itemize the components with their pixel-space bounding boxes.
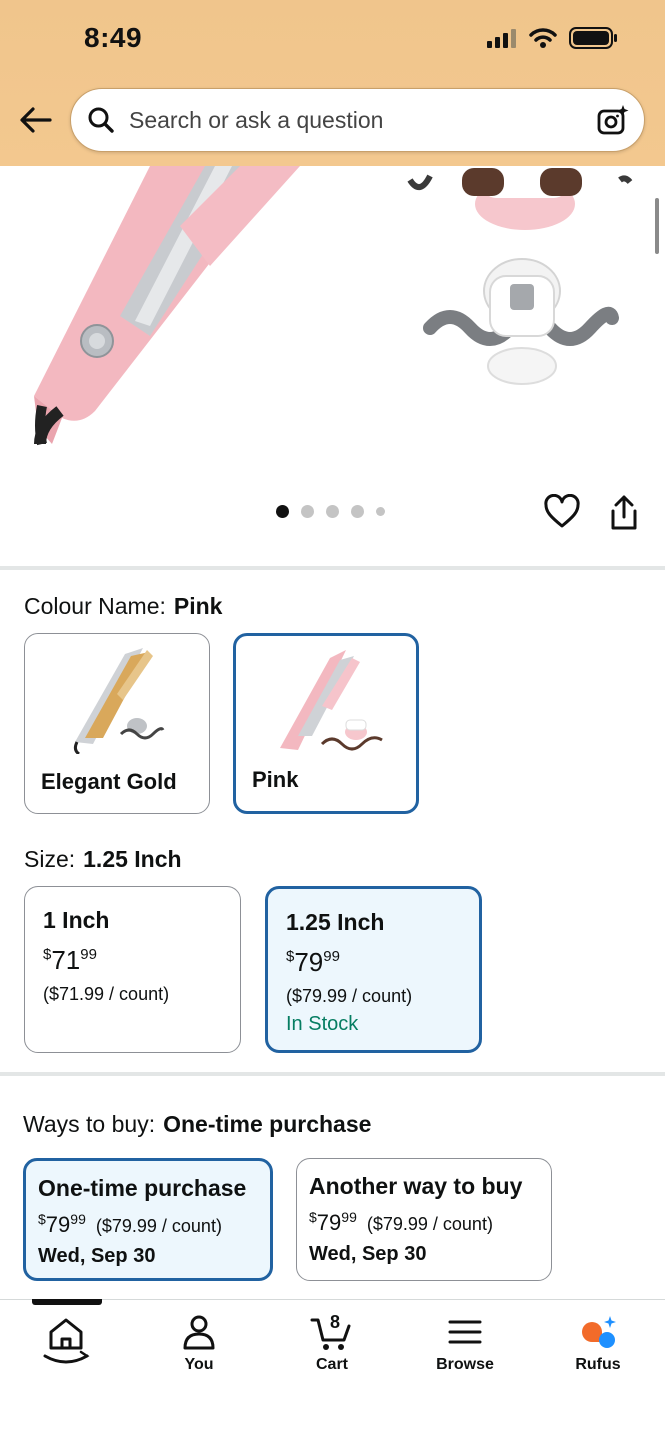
size-option-title: 1 Inch <box>43 907 110 933</box>
signal-icon <box>487 29 516 48</box>
scroll-indicator[interactable] <box>655 198 659 254</box>
stock-status: In Stock <box>286 1013 359 1035</box>
status-icons <box>487 26 619 50</box>
size-label-row: Size: 1.25 Inch <box>24 846 182 873</box>
section-divider <box>0 566 665 570</box>
menu-icon <box>448 1320 482 1344</box>
nav-label: Cart <box>315 1356 348 1373</box>
size-option-1-inch[interactable]: 1 Inch $7199 ($71.99 / count) <box>24 886 241 1053</box>
nav-rufus[interactable]: Rufus <box>543 1312 653 1374</box>
buy-option-another-way[interactable]: Another way to buy $7999 ($79.99 / count)… <box>296 1158 552 1281</box>
nav-cart[interactable]: 8 Cart <box>277 1312 387 1374</box>
size-option-unit-price: ($71.99 / count) <box>43 984 170 1004</box>
wifi-icon <box>529 28 557 48</box>
nav-home[interactable] <box>11 1312 121 1368</box>
size-selected-value: 1.25 Inch <box>83 846 182 872</box>
buy-option-price: $7999 ($79.99 / count) <box>309 1209 493 1235</box>
size-option-1-25-inch[interactable]: 1.25 Inch $7999 ($79.99 / count) In Stoc… <box>265 886 482 1053</box>
rufus-icon <box>582 1316 616 1348</box>
home-icon <box>43 1318 90 1364</box>
size-option-title: 1.25 Inch <box>286 909 385 935</box>
section-divider <box>0 1072 665 1076</box>
carousel-dots[interactable] <box>276 505 385 518</box>
carousel-dot[interactable] <box>326 505 339 518</box>
colour-option-elegant-gold[interactable]: Elegant Gold <box>24 633 210 814</box>
nav-label: Browse <box>436 1356 494 1373</box>
colour-selected-value: Pink <box>173 593 223 619</box>
back-arrow-icon[interactable] <box>16 100 56 140</box>
nav-browse[interactable]: Browse <box>410 1312 520 1374</box>
carousel-dot[interactable] <box>376 507 385 516</box>
nav-label: You <box>184 1356 214 1373</box>
buy-option-title: One-time purchase <box>38 1175 247 1201</box>
cart-count-badge: 8 <box>330 1312 341 1332</box>
bottom-nav: You 8 Cart Browse Rufus <box>0 1299 665 1440</box>
nav-active-indicator <box>32 1299 102 1305</box>
size-option-unit-price: ($79.99 / count) <box>286 986 413 1006</box>
colour-label: Colour Name: <box>24 593 166 619</box>
elegant-gold-thumbnail <box>73 648 165 754</box>
search-input[interactable]: Search or ask a question <box>129 107 383 134</box>
camera-search-icon[interactable] <box>596 103 630 137</box>
search-bar[interactable]: Search or ask a question <box>70 88 645 152</box>
carousel-dot[interactable] <box>301 505 314 518</box>
size-option-price: $7199 <box>43 945 97 975</box>
carousel-dot[interactable] <box>351 505 364 518</box>
nav-you[interactable]: You <box>144 1312 254 1374</box>
app-header: 8:49 Search or ask a question <box>0 0 665 166</box>
search-icon <box>88 107 114 133</box>
ways-to-buy-label-row: Ways to buy: One-time purchase <box>23 1111 371 1138</box>
size-label: Size: <box>24 846 76 872</box>
buy-option-price: $7999 ($79.99 / count) <box>38 1211 222 1237</box>
colour-option-label: Pink <box>252 767 299 792</box>
buy-option-date: Wed, Sep 30 <box>38 1245 156 1267</box>
share-icon[interactable] <box>606 494 642 532</box>
pink-thumbnail <box>280 650 383 751</box>
size-option-price: $7999 <box>286 947 340 977</box>
nav-label: Rufus <box>575 1356 621 1373</box>
buy-option-one-time[interactable]: One-time purchase $7999 ($79.99 / count) … <box>23 1158 273 1281</box>
carousel-dot-active[interactable] <box>276 505 289 518</box>
battery-icon <box>569 27 617 49</box>
buy-option-title: Another way to buy <box>309 1173 523 1199</box>
status-time: 8:49 <box>84 22 143 53</box>
heart-icon[interactable] <box>543 494 581 530</box>
colour-label-row: Colour Name: Pink <box>24 593 222 620</box>
ways-to-buy-label: Ways to buy: <box>23 1111 156 1137</box>
ways-to-buy-selected-value: One-time purchase <box>163 1111 372 1137</box>
buy-option-date: Wed, Sep 30 <box>309 1243 427 1265</box>
colour-option-pink[interactable]: Pink <box>233 633 419 814</box>
colour-option-label: Elegant Gold <box>41 769 177 794</box>
person-icon <box>183 1315 215 1350</box>
